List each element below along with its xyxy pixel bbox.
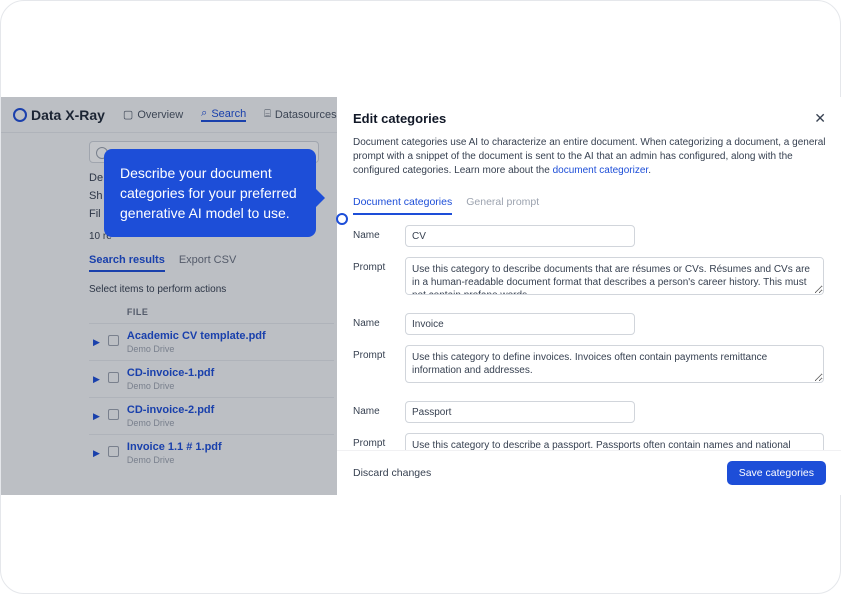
category-block: Name Prompt Use this category to define in… bbox=[353, 313, 824, 383]
panel-description: Document categories use AI to characteri… bbox=[337, 136, 841, 178]
category-prompt-input[interactable]: Use this category to define invoices. In… bbox=[405, 345, 824, 383]
doc-categorizer-link[interactable]: document categorizer bbox=[553, 165, 649, 176]
category-name-input[interactable] bbox=[405, 313, 635, 335]
panel-footer: Discard changes Save categories bbox=[337, 450, 841, 495]
category-block: Name Prompt Use this category to describe … bbox=[353, 401, 824, 450]
edit-categories-panel: Edit categories ✕ Document categories us… bbox=[337, 97, 841, 495]
name-label: Name bbox=[353, 313, 393, 329]
prompt-label: Prompt bbox=[353, 433, 393, 449]
category-name-input[interactable] bbox=[405, 401, 635, 423]
close-icon[interactable]: ✕ bbox=[814, 111, 826, 125]
discard-button[interactable]: Discard changes bbox=[353, 467, 431, 479]
tour-step-dot bbox=[336, 213, 348, 225]
panel-body: Name Prompt Use this category to describe … bbox=[337, 215, 841, 450]
prompt-label: Prompt bbox=[353, 257, 393, 273]
tour-callout: Describe your document categories for yo… bbox=[104, 149, 316, 237]
panel-tabs: Document categories General prompt bbox=[337, 196, 841, 215]
category-prompt-input[interactable]: Use this category to describe a passport… bbox=[405, 433, 824, 450]
save-categories-button[interactable]: Save categories bbox=[727, 461, 826, 485]
panel-title: Edit categories bbox=[353, 111, 446, 126]
category-block: Name Prompt Use this category to describe … bbox=[353, 225, 824, 295]
tab-document-categories[interactable]: Document categories bbox=[353, 196, 452, 215]
name-label: Name bbox=[353, 225, 393, 241]
prompt-label: Prompt bbox=[353, 345, 393, 361]
name-label: Name bbox=[353, 401, 393, 417]
tab-general-prompt[interactable]: General prompt bbox=[466, 196, 539, 215]
callout-text: Describe your document categories for yo… bbox=[120, 165, 297, 221]
category-prompt-input[interactable]: Use this category to describe documents … bbox=[405, 257, 824, 295]
category-name-input[interactable] bbox=[405, 225, 635, 247]
